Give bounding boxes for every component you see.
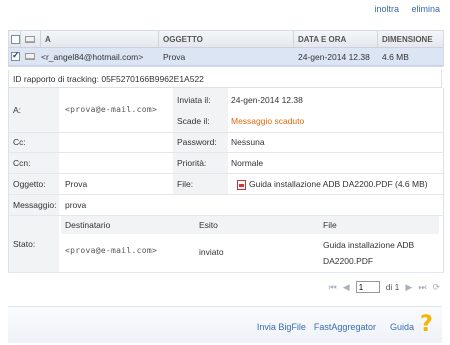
column-header-date[interactable]: DATA E ORA — [294, 31, 378, 47]
row-select-cell — [9, 50, 21, 61]
status-header-file: File — [323, 220, 337, 230]
select-all-checkbox[interactable] — [11, 34, 20, 44]
subject-label: Oggetto: — [9, 174, 59, 194]
page-count: di 1 — [385, 282, 400, 292]
delete-link[interactable]: elimina — [411, 4, 440, 14]
sent-label: Inviata il: — [177, 95, 211, 105]
refresh-icon[interactable]: ⟳ — [432, 282, 440, 293]
pagination: ⏮ ◀ di 1 ▶ ⏭ ⟳ — [329, 281, 440, 293]
tracking-id: ID rapporto di tracking: 05F5270166B9962… — [8, 70, 442, 88]
file-value[interactable]: Guida installazione ADB DA2200.PDF (4.6 … — [249, 179, 428, 189]
expires-value: Messaggio scaduto — [231, 116, 305, 126]
row-size: 4.6 MB — [382, 51, 409, 62]
status-outcome: inviato — [199, 247, 224, 257]
envelope-icon — [25, 53, 35, 60]
send-bigfile-link[interactable]: Invia BigFile — [257, 322, 306, 332]
help-link[interactable]: Guida — [390, 322, 414, 332]
details-row-cc: Cc: Password: Nessuna — [9, 133, 443, 153]
top-links: inoltra elimina — [364, 4, 440, 14]
file-link[interactable]: Guida installazione ADB DA2200.PDF (4.6 … — [237, 174, 428, 194]
select-all-cell — [9, 31, 21, 47]
forward-link[interactable]: inoltra — [374, 4, 399, 14]
bcc-label: Ccn: — [9, 153, 59, 173]
envelope-icon — [25, 35, 35, 43]
status-label: Stato: — [9, 216, 59, 272]
details-row-status: Stato: Destinatario Esito File <prova@e-… — [9, 216, 443, 273]
last-page-icon[interactable]: ⏭ — [418, 282, 426, 293]
envelope-header-cell — [21, 31, 41, 47]
column-header-subject[interactable]: OGGETTO — [159, 31, 294, 47]
table-row[interactable]: <r_angel84@hotmail.com> Prova 24-gen-201… — [9, 48, 443, 66]
to-value: <prova@e-mail.com> — [65, 105, 158, 114]
next-page-icon[interactable]: ▶ — [405, 282, 412, 293]
grid-header: A OGGETTO DATA E ORA DIMENSIONE — [9, 31, 443, 48]
file-label: File: — [173, 174, 228, 194]
details-row-subject: Oggetto: Prova File: Guida installazione… — [9, 174, 443, 195]
column-header-size[interactable]: DIMENSIONE — [378, 31, 443, 47]
row-to: <r_angel84@hotmail.com> — [41, 51, 144, 62]
message-details: A: <prova@e-mail.com> Inviata il: 24-gen… — [8, 88, 444, 273]
message-grid: A OGGETTO DATA E ORA DIMENSIONE <r_angel… — [8, 30, 444, 67]
pdf-icon — [237, 179, 246, 190]
cc-label: Cc: — [9, 133, 59, 152]
fastaggregator-link[interactable]: FastAggregator — [314, 322, 376, 332]
footer-links: Invia BigFile FastAggregator Guida — [257, 322, 414, 332]
priority-label: Priorità: — [173, 153, 228, 173]
priority-value: Normale — [231, 158, 264, 168]
column-header-to[interactable]: A — [41, 31, 159, 47]
help-icon[interactable]: ? — [420, 314, 440, 336]
status-table-header: Destinatario Esito File — [61, 216, 439, 234]
to-label: A: — [9, 88, 59, 132]
status-file-line2: DA2200.PDF — [323, 256, 374, 266]
details-row-bcc: Ccn: Priorità: Normale — [9, 153, 443, 174]
row-date: 24-gen-2014 12.38 — [298, 51, 370, 62]
prev-page-icon[interactable]: ◀ — [343, 282, 350, 293]
subject-value: Prova — [65, 179, 88, 189]
row-checkbox[interactable] — [11, 50, 20, 61]
row-envelope-cell — [21, 53, 41, 60]
status-recipient: <prova@e-mail.com> — [65, 246, 158, 255]
page-number-input[interactable] — [355, 281, 380, 293]
message-value: prova — [65, 200, 87, 210]
password-value: Nessuna — [231, 137, 265, 147]
password-label: Password: — [173, 133, 228, 152]
status-file-line1: Guida installazione ADB — [323, 240, 415, 250]
status-header-recipient: Destinatario — [65, 220, 111, 230]
row-subject: Prova — [163, 51, 186, 62]
status-header-outcome: Esito — [199, 220, 218, 230]
details-row-message: Messaggio: prova — [9, 195, 443, 216]
expires-label: Scade il: — [177, 116, 210, 126]
first-page-icon[interactable]: ⏮ — [329, 282, 337, 293]
sent-value: 24-gen-2014 12.38 — [231, 95, 303, 105]
message-label: Messaggio: — [9, 195, 59, 215]
details-row-to: A: <prova@e-mail.com> Inviata il: 24-gen… — [9, 88, 443, 133]
